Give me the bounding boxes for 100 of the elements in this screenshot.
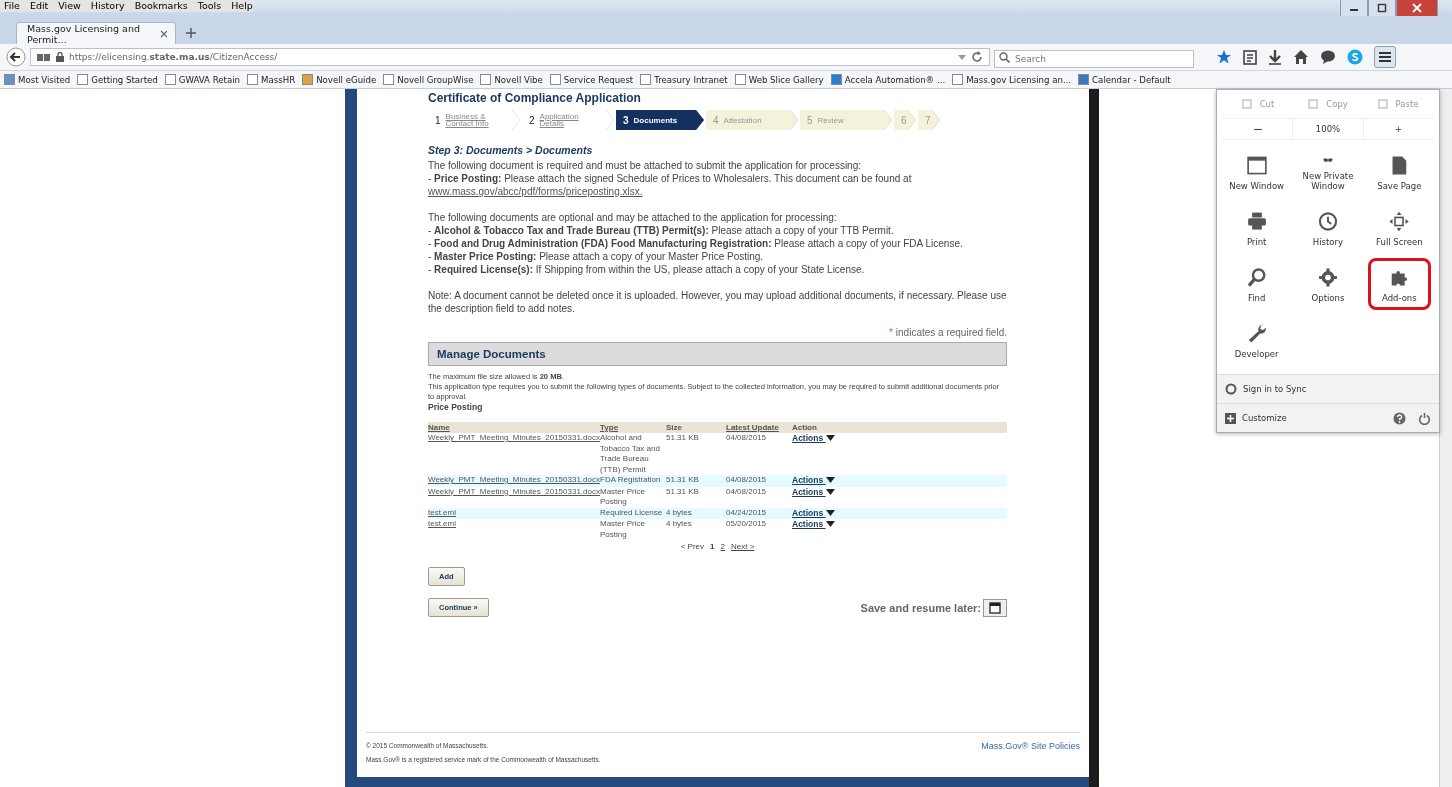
bookmark-item[interactable]: Accela Automation® ... — [830, 74, 946, 85]
blank-page-icon — [952, 74, 964, 85]
search-icon — [999, 52, 1010, 63]
menu-item[interactable]: View — [58, 0, 81, 12]
menu-item[interactable]: Tools — [197, 0, 222, 12]
menu-item[interactable]: File — [4, 0, 20, 12]
help-icon[interactable] — [1393, 411, 1406, 425]
table-cell: 4 bytes — [666, 519, 692, 528]
lock-icon — [56, 52, 64, 62]
instruction-text: The following documents are optional and may be attached to the application for processing: — [428, 211, 838, 224]
zoom-level-button[interactable]: 100% — [1292, 119, 1363, 139]
new-tab-icon[interactable] — [186, 28, 196, 38]
menu-item[interactable]: History — [90, 0, 125, 12]
menu-tile[interactable]: Developer — [1225, 314, 1289, 366]
power-icon[interactable] — [1418, 411, 1431, 425]
bookmark-item[interactable]: MassHR — [247, 74, 296, 85]
home-icon[interactable] — [1293, 49, 1309, 65]
square-icon — [1241, 99, 1252, 109]
blank-page-icon — [77, 74, 89, 85]
browser-tab[interactable]: Mass.gov Licensing and Permit... — [16, 22, 176, 44]
menu-tile[interactable]: Print — [1225, 202, 1289, 254]
menu-tile[interactable]: New Private Window — [1296, 146, 1360, 198]
document-link[interactable]: Weekly_PMT_Meeting_Minutes_20150331.docx — [428, 486, 600, 496]
blank-page-icon — [164, 74, 176, 85]
bookmark-item[interactable]: Web Slice Gallery — [734, 74, 824, 85]
plus-icon — [1225, 412, 1236, 424]
page-link[interactable]: 1 — [710, 542, 715, 551]
actions-dropdown[interactable]: Actions — [792, 507, 835, 518]
menu-tile[interactable]: Add-ons — [1367, 258, 1431, 310]
table-cell-text: FDA Registration — [600, 475, 662, 486]
dropdown-icon[interactable] — [958, 53, 966, 61]
document-link[interactable]: test.eml — [428, 507, 456, 517]
bookmark-item[interactable]: Service Request — [549, 74, 634, 85]
column-header: Size — [666, 423, 682, 432]
customize-button[interactable]: Customize — [1225, 412, 1287, 424]
blank-page-icon — [734, 74, 746, 85]
back-icon[interactable] — [6, 47, 26, 67]
menu-tile[interactable]: Full Screen — [1367, 202, 1431, 254]
chat-icon[interactable] — [1320, 49, 1336, 65]
scrollbar[interactable] — [1439, 89, 1452, 787]
bookmark-item[interactable]: Most Visited — [4, 74, 71, 85]
menu-item[interactable]: Help — [231, 0, 253, 12]
star-icon[interactable] — [1216, 49, 1232, 65]
site-policies-link[interactable]: Mass.Gov® Site Policies — [981, 739, 1080, 767]
menu-tile[interactable]: Save Page — [1367, 146, 1431, 198]
column-sort-link[interactable]: Name — [428, 423, 450, 432]
actions-dropdown[interactable]: Actions — [792, 433, 835, 443]
bookmark-item[interactable]: Novell Vibe — [480, 74, 543, 85]
bookmark-item[interactable]: Mass.gov Licensing an... — [952, 74, 1072, 85]
actions-dropdown[interactable]: Actions — [792, 475, 835, 485]
blank-page-icon — [640, 74, 652, 85]
address-field[interactable]: https://elicensing.state.ma.us/CitizenAccess/ — [30, 48, 990, 66]
close-icon[interactable] — [160, 29, 167, 38]
zoom-button[interactable]: + — [1362, 119, 1433, 139]
zoom-button[interactable]: − — [1223, 119, 1293, 139]
menu-tile[interactable]: Find — [1225, 258, 1289, 310]
search-field[interactable]: Search — [994, 50, 1194, 68]
actions-dropdown[interactable]: Actions — [792, 486, 835, 497]
instruction-text: - Alcohol & Tobacco Tax and Trade Bureau (TTB) Permit(s): Please attach a copy of your TTB Permit. — [428, 224, 895, 237]
required-legend: indicates a required field. — [895, 327, 1007, 338]
menu-tile[interactable]: Options — [1296, 258, 1360, 310]
bookmark-item[interactable]: Getting Started — [77, 74, 158, 85]
menu-tile[interactable]: New Window — [1225, 146, 1289, 198]
next-link[interactable]: Next > — [730, 542, 755, 551]
document-link[interactable]: test.eml — [428, 519, 456, 528]
bookmark-item[interactable]: GWAVA Retain — [164, 74, 241, 85]
actions-dropdown[interactable]: Actions — [792, 519, 835, 529]
bookmark-item[interactable]: Novell eGuide — [302, 74, 377, 85]
menu-item[interactable]: Bookmarks — [134, 0, 188, 12]
clipboard-icon[interactable] — [1243, 49, 1257, 65]
caret-icon — [825, 435, 835, 441]
download-icon[interactable] — [1268, 49, 1282, 65]
manage-documents-header: Manage Documents — [428, 342, 1007, 366]
close-icon — [1412, 3, 1422, 13]
save-button[interactable] — [983, 598, 1007, 617]
skype-icon[interactable] — [1347, 49, 1363, 65]
sync-menu-item[interactable]: Sign in to Sync — [1217, 374, 1439, 403]
reload-icon[interactable] — [971, 51, 983, 63]
instruction-text: - Master Price Posting: Please attach a copy of your Master Price Posting. — [428, 250, 765, 263]
bookmark-item[interactable]: Novell GroupWise — [383, 74, 474, 85]
table-cell: 05/20/2015 — [726, 519, 767, 528]
blank-page-icon — [480, 74, 492, 85]
menu-button[interactable] — [1374, 46, 1396, 68]
page-link[interactable]: 2 — [720, 542, 725, 551]
table-cell: 4 bytes — [666, 507, 692, 517]
menu-tile[interactable]: History — [1296, 202, 1360, 254]
square-icon — [1377, 99, 1388, 109]
site-info-icon[interactable] — [37, 52, 51, 62]
table-cell: 04/24/2015 — [726, 507, 767, 517]
menu-item[interactable]: Edit — [29, 0, 49, 12]
bookmark-item[interactable]: Treasury Intranet — [640, 74, 728, 85]
maximize-icon — [1377, 3, 1387, 13]
blank-page-icon — [549, 74, 561, 85]
save-label: Save and resume later: — [860, 601, 981, 614]
table-cell-text: Master Price Posting — [600, 519, 646, 540]
bookmark-item[interactable]: Calendar - Default — [1078, 74, 1171, 85]
document-link[interactable]: Weekly_PMT_Meeting_Minutes_20150331.docx — [428, 433, 600, 442]
table-cell-text: Master Price Posting — [600, 486, 646, 508]
priceposting-link[interactable]: www.mass.gov/abcc/pdf/forms/priceposting.xlsx. — [428, 186, 643, 197]
table-cell-text: Alcohol and Tobacco Tax and Trade Bureau (TTB) Permit — [600, 433, 661, 475]
